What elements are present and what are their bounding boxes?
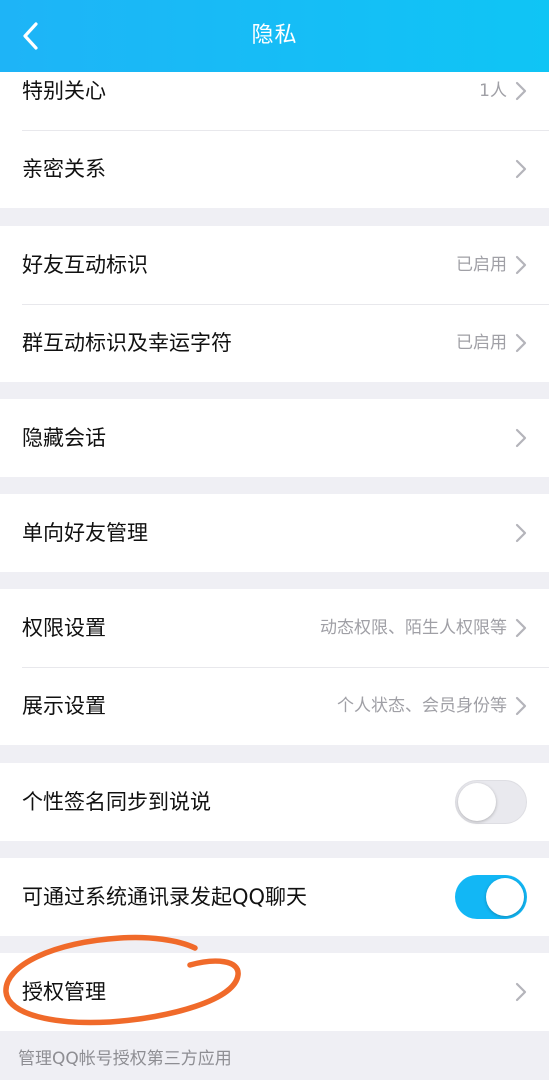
group-contacts-chat: 可通过系统通讯录发起QQ聊天 <box>0 858 549 936</box>
row-label: 授权管理 <box>22 980 106 1004</box>
group-interaction-marks: 好友互动标识 已启用 群互动标识及幸运字符 已启用 <box>0 226 549 382</box>
chevron-right-icon <box>515 255 527 275</box>
chevron-right-icon <box>515 428 527 448</box>
row-value: 动态权限、陌生人权限等 <box>320 618 507 638</box>
row-hidden-chats[interactable]: 隐藏会话 <box>0 399 549 477</box>
chevron-right-icon <box>515 618 527 638</box>
row-friend-interaction-mark[interactable]: 好友互动标识 已启用 <box>0 226 549 304</box>
row-authorization-management[interactable]: 授权管理 <box>0 953 549 1031</box>
row-label: 展示设置 <box>22 694 106 718</box>
row-value: 已启用 <box>456 333 507 353</box>
row-group-interaction-mark[interactable]: 群互动标识及幸运字符 已启用 <box>0 304 549 382</box>
row-label: 个性签名同步到说说 <box>22 790 211 814</box>
toggle-knob <box>458 783 496 821</box>
group-signature-sync: 个性签名同步到说说 <box>0 763 549 841</box>
chevron-right-icon <box>515 523 527 543</box>
chevron-right-icon <box>515 982 527 1002</box>
group-hidden-chats: 隐藏会话 <box>0 399 549 477</box>
row-label: 好友互动标识 <box>22 253 148 277</box>
row-value: 已启用 <box>456 255 507 275</box>
page-title: 隐私 <box>251 23 298 48</box>
group-special-care: 特别关心 1人 亲密关系 <box>0 52 549 208</box>
group-one-way-friends: 单向好友管理 <box>0 494 549 572</box>
chevron-right-icon <box>515 696 527 716</box>
contacts-chat-toggle[interactable] <box>455 875 527 919</box>
row-label: 单向好友管理 <box>22 521 148 545</box>
row-label: 权限设置 <box>22 616 106 640</box>
row-label: 隐藏会话 <box>22 426 106 450</box>
group-authorization: 授权管理 <box>0 953 549 1031</box>
toggle-knob <box>486 878 524 916</box>
chevron-right-icon <box>515 81 527 101</box>
row-contacts-chat: 可通过系统通讯录发起QQ聊天 <box>0 858 549 936</box>
signature-sync-toggle[interactable] <box>455 780 527 824</box>
chevron-right-icon <box>515 333 527 353</box>
nav-bar: 隐私 <box>0 0 549 72</box>
row-label: 亲密关系 <box>22 157 106 181</box>
row-signature-sync: 个性签名同步到说说 <box>0 763 549 841</box>
row-label: 可通过系统通讯录发起QQ聊天 <box>22 885 308 909</box>
authorization-footnote: 管理QQ帐号授权第三方应用 <box>18 1049 232 1069</box>
row-one-way-friends[interactable]: 单向好友管理 <box>0 494 549 572</box>
row-label: 群互动标识及幸运字符 <box>22 331 232 355</box>
row-value: 个人状态、会员身份等 <box>337 696 507 716</box>
row-intimate-relation[interactable]: 亲密关系 <box>0 130 549 208</box>
row-display-settings[interactable]: 展示设置 个人状态、会员身份等 <box>0 667 549 745</box>
chevron-right-icon <box>515 159 527 179</box>
group-permissions-display: 权限设置 动态权限、陌生人权限等 展示设置 个人状态、会员身份等 <box>0 589 549 745</box>
row-permission-settings[interactable]: 权限设置 动态权限、陌生人权限等 <box>0 589 549 667</box>
